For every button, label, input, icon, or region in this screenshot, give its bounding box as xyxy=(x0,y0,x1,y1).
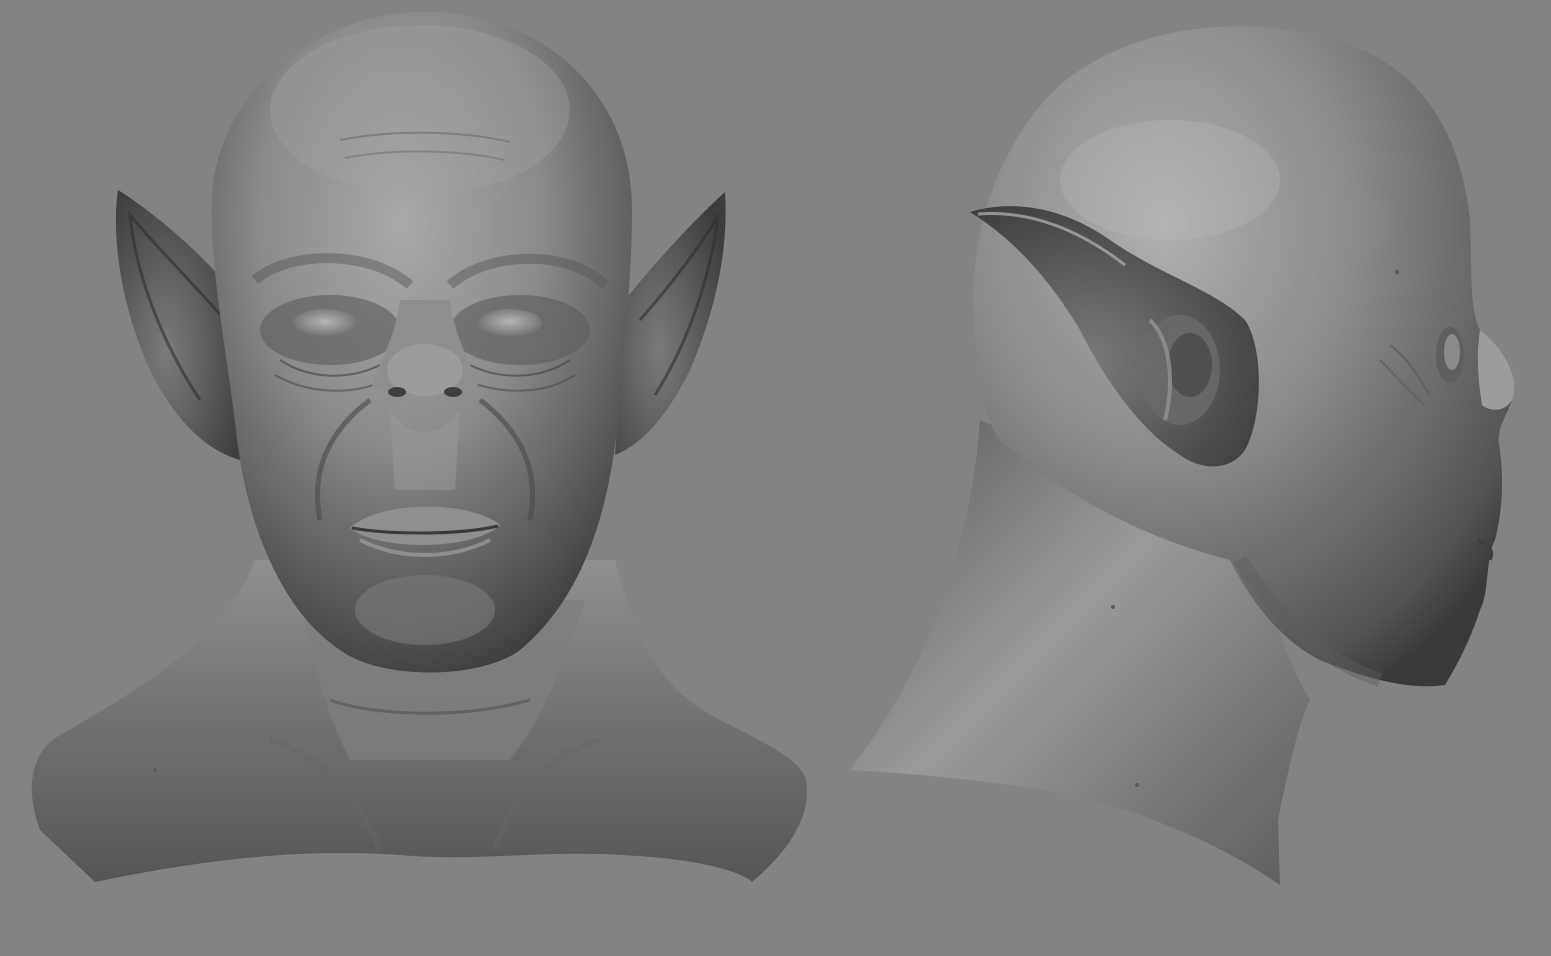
render-canvas xyxy=(31,12,1515,885)
side-nose xyxy=(1477,330,1515,410)
side-view-bust xyxy=(850,26,1515,885)
sculpt-viewport xyxy=(0,0,1551,956)
front-left-eye xyxy=(293,309,357,337)
front-view-bust xyxy=(31,12,807,882)
front-right-eye xyxy=(478,309,542,337)
